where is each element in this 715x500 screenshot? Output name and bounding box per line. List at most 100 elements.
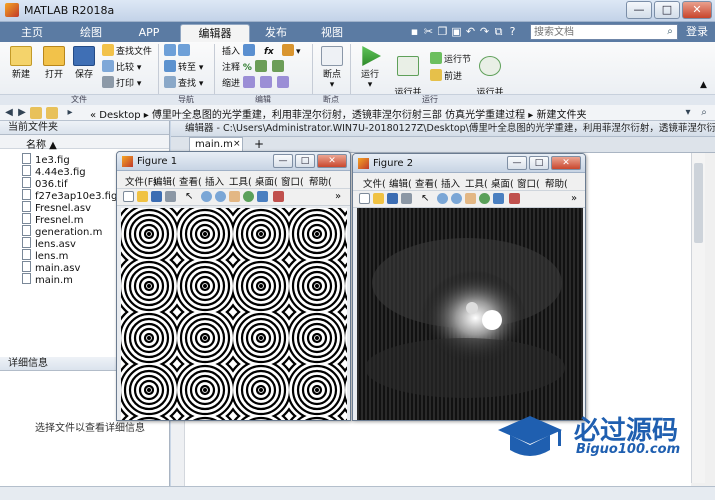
figure-2-close-button[interactable]: ✕ bbox=[551, 156, 581, 170]
paste-icon[interactable]: ▣ bbox=[450, 25, 463, 38]
toolbar-overflow-icon[interactable]: » bbox=[335, 191, 346, 202]
switch-windows-icon[interactable]: ⧉ bbox=[492, 25, 505, 38]
menu-desktop[interactable]: 桌面( bbox=[255, 174, 278, 188]
back-icon[interactable]: ◀ bbox=[3, 107, 15, 119]
pan-icon[interactable] bbox=[465, 193, 476, 204]
menu-help[interactable]: 帮助( bbox=[309, 174, 332, 188]
data-cursor-icon[interactable] bbox=[493, 193, 504, 204]
tab-view[interactable]: 视图 bbox=[310, 24, 354, 42]
figure-1-maximize-button[interactable]: □ bbox=[295, 154, 315, 168]
open-file-icon[interactable] bbox=[373, 193, 384, 204]
figure-2-maximize-button[interactable]: □ bbox=[529, 156, 549, 170]
close-button[interactable]: ✕ bbox=[682, 1, 712, 19]
tab-apps[interactable]: APP bbox=[126, 24, 172, 42]
tab-plots[interactable]: 绘图 bbox=[66, 24, 116, 42]
menu-edit[interactable]: 编辑( bbox=[389, 176, 412, 190]
print-figure-icon[interactable] bbox=[401, 193, 412, 204]
file-item[interactable]: lens.m bbox=[22, 249, 68, 262]
zoom-in-icon[interactable] bbox=[201, 191, 212, 202]
file-item[interactable]: generation.m bbox=[22, 225, 102, 238]
file-item[interactable]: f27e3ap10e3.fig bbox=[22, 189, 117, 202]
compare-button[interactable]: 比较 ▾ bbox=[102, 60, 141, 76]
save-figure-icon[interactable] bbox=[151, 191, 162, 202]
tab-home[interactable]: 主页 bbox=[10, 24, 54, 42]
insert-more-icon[interactable]: ▾ bbox=[282, 44, 301, 60]
rotate-icon[interactable] bbox=[479, 193, 490, 204]
figure-2-window[interactable]: Figure 2 — □ ✕ 文件( 编辑( 查看( 插入 工具( 桌面( 窗口… bbox=[352, 153, 586, 421]
search-folder-icon[interactable]: ⌕ bbox=[698, 107, 710, 119]
advance-button[interactable]: 前进 bbox=[430, 69, 462, 85]
tab-publish[interactable]: 发布 bbox=[252, 24, 300, 42]
new-button[interactable]: 新建 bbox=[6, 46, 36, 80]
print-figure-icon[interactable] bbox=[165, 191, 176, 202]
comment-button[interactable]: 注释 % bbox=[222, 60, 286, 76]
maximize-button[interactable]: □ bbox=[654, 1, 680, 19]
zoom-out-icon[interactable] bbox=[215, 191, 226, 202]
up-folder-icon[interactable] bbox=[30, 107, 42, 119]
menu-help[interactable]: 帮助( bbox=[545, 176, 568, 190]
open-file-icon[interactable] bbox=[137, 191, 148, 202]
minimize-button[interactable]: — bbox=[626, 1, 652, 19]
file-item[interactable]: Fresnel.asv bbox=[22, 201, 91, 214]
file-item[interactable]: Fresnel.m bbox=[22, 213, 83, 226]
menu-insert[interactable]: 插入 bbox=[441, 176, 460, 190]
save-button[interactable]: 保存 bbox=[70, 46, 98, 80]
close-tab-icon[interactable]: × bbox=[233, 139, 241, 149]
find-files-button[interactable]: 查找文件 bbox=[102, 44, 152, 60]
figure-1-plot[interactable] bbox=[121, 208, 347, 420]
login-button[interactable]: 登录 bbox=[682, 23, 712, 41]
file-item[interactable]: main.m bbox=[22, 273, 73, 286]
file-item[interactable]: main.asv bbox=[22, 261, 80, 274]
brush-icon[interactable] bbox=[273, 191, 284, 202]
pointer-icon[interactable]: ↖ bbox=[185, 191, 196, 202]
menu-insert[interactable]: 插入 bbox=[205, 174, 224, 188]
copy-icon[interactable]: ❐ bbox=[436, 25, 449, 38]
nav-back-forward[interactable] bbox=[164, 44, 192, 60]
brush-icon[interactable] bbox=[509, 193, 520, 204]
run-button[interactable]: 运行 ▾ bbox=[356, 46, 384, 90]
search-documentation-input[interactable] bbox=[530, 24, 678, 40]
search-icon[interactable]: ⌕ bbox=[664, 26, 676, 38]
figure-1-minimize-button[interactable]: — bbox=[273, 154, 293, 168]
find-button[interactable]: 查找 ▾ bbox=[164, 76, 203, 92]
data-cursor-icon[interactable] bbox=[257, 191, 268, 202]
menu-window[interactable]: 窗口( bbox=[281, 174, 304, 188]
new-figure-icon[interactable] bbox=[359, 193, 370, 204]
name-column-header[interactable]: 名称 ▲ bbox=[26, 136, 57, 151]
toolbar-overflow-icon[interactable]: » bbox=[571, 193, 582, 204]
menu-desktop[interactable]: 桌面( bbox=[491, 176, 514, 190]
open-button[interactable]: 打开 bbox=[40, 46, 68, 80]
file-item[interactable]: 4.44e3.fig bbox=[22, 165, 86, 178]
pointer-icon[interactable]: ↖ bbox=[421, 193, 432, 204]
menu-view[interactable]: 查看( bbox=[415, 176, 438, 190]
scrollbar-thumb[interactable] bbox=[694, 163, 703, 243]
collapse-ribbon-icon[interactable]: ▲ bbox=[700, 80, 707, 90]
menu-view[interactable]: 查看( bbox=[179, 174, 202, 188]
file-item[interactable]: 1e3.fig bbox=[22, 153, 70, 166]
save-icon[interactable]: ▪ bbox=[408, 25, 421, 38]
cut-icon[interactable]: ✂ bbox=[422, 25, 435, 38]
menu-file[interactable]: 文件( bbox=[363, 176, 386, 190]
rotate-icon[interactable] bbox=[243, 191, 254, 202]
figure-1-close-button[interactable]: ✕ bbox=[317, 154, 347, 168]
run-section-button[interactable]: 运行节 bbox=[430, 52, 471, 68]
forward-icon[interactable]: ▶ bbox=[16, 107, 28, 119]
undo-icon[interactable]: ↶ bbox=[464, 25, 477, 38]
menu-tools[interactable]: 工具( bbox=[465, 176, 488, 190]
zoom-in-icon[interactable] bbox=[437, 193, 448, 204]
new-figure-icon[interactable] bbox=[123, 191, 134, 202]
menu-window[interactable]: 窗口( bbox=[517, 176, 540, 190]
current-path[interactable]: « Desktop ▸ 傅里叶全息图的光学重建，利用菲涅尔衍射，透镜菲涅尔衍射三… bbox=[90, 106, 586, 121]
indent-button[interactable]: 缩进 bbox=[222, 76, 291, 92]
path-dropdown-icon[interactable]: ▾ bbox=[682, 107, 694, 119]
file-item[interactable]: 036.tif bbox=[22, 177, 68, 190]
fx-button[interactable]: fx bbox=[264, 44, 274, 60]
zoom-out-icon[interactable] bbox=[451, 193, 462, 204]
file-item[interactable]: lens.asv bbox=[22, 237, 76, 250]
print-button[interactable]: 打印 ▾ bbox=[102, 76, 141, 92]
redo-icon[interactable]: ↷ bbox=[478, 25, 491, 38]
goto-button[interactable]: 转至 ▾ bbox=[164, 60, 203, 76]
menu-tools[interactable]: 工具( bbox=[229, 174, 252, 188]
breakpoints-button[interactable]: 断点 ▾ bbox=[318, 46, 346, 90]
insert-button[interactable]: 插入 bbox=[222, 44, 257, 60]
